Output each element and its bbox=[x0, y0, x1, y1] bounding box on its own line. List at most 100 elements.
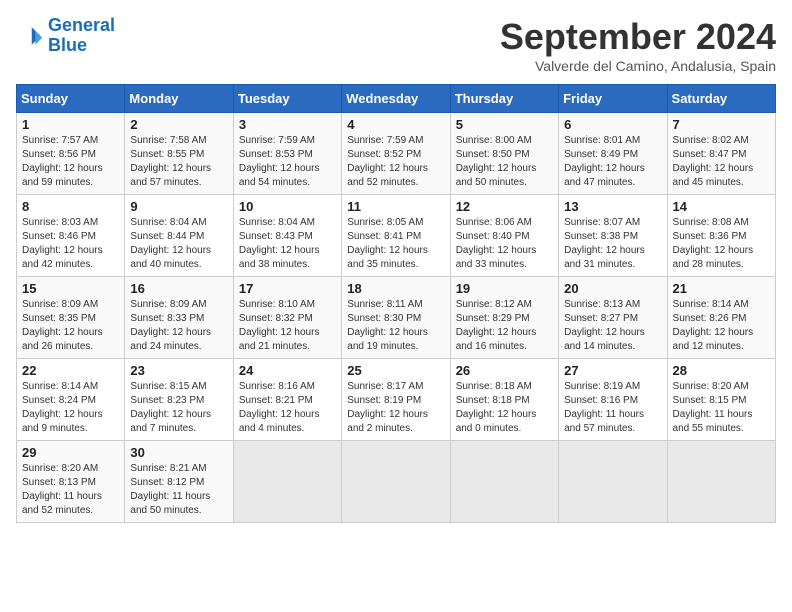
day-info: Sunrise: 8:17 AM Sunset: 8:19 PM Dayligh… bbox=[347, 380, 444, 436]
day-info: Sunrise: 8:12 AM Sunset: 8:29 PM Dayligh… bbox=[456, 298, 553, 354]
column-header-sunday: Sunday bbox=[17, 85, 125, 113]
day-number: 24 bbox=[239, 363, 336, 378]
logo-line1: General bbox=[48, 15, 115, 35]
day-info: Sunrise: 7:59 AM Sunset: 8:53 PM Dayligh… bbox=[239, 134, 336, 190]
calendar-cell: 11 Sunrise: 8:05 AM Sunset: 8:41 PM Dayl… bbox=[342, 195, 450, 277]
day-info: Sunrise: 8:09 AM Sunset: 8:35 PM Dayligh… bbox=[22, 298, 119, 354]
day-number: 20 bbox=[564, 281, 661, 296]
calendar-cell: 1 Sunrise: 7:57 AM Sunset: 8:56 PM Dayli… bbox=[17, 113, 125, 195]
day-info: Sunrise: 8:13 AM Sunset: 8:27 PM Dayligh… bbox=[564, 298, 661, 354]
calendar-row: 29 Sunrise: 8:20 AM Sunset: 8:13 PM Dayl… bbox=[17, 441, 776, 523]
calendar-cell: 17 Sunrise: 8:10 AM Sunset: 8:32 PM Dayl… bbox=[233, 277, 341, 359]
day-number: 26 bbox=[456, 363, 553, 378]
calendar-cell: 24 Sunrise: 8:16 AM Sunset: 8:21 PM Dayl… bbox=[233, 359, 341, 441]
column-header-wednesday: Wednesday bbox=[342, 85, 450, 113]
page-header: General Blue September 2024 Valverde del… bbox=[16, 16, 776, 74]
day-info: Sunrise: 8:08 AM Sunset: 8:36 PM Dayligh… bbox=[673, 216, 770, 272]
day-number: 18 bbox=[347, 281, 444, 296]
day-number: 6 bbox=[564, 117, 661, 132]
calendar-cell: 29 Sunrise: 8:20 AM Sunset: 8:13 PM Dayl… bbox=[17, 441, 125, 523]
calendar-cell bbox=[342, 441, 450, 523]
day-number: 22 bbox=[22, 363, 119, 378]
column-header-thursday: Thursday bbox=[450, 85, 558, 113]
day-info: Sunrise: 8:11 AM Sunset: 8:30 PM Dayligh… bbox=[347, 298, 444, 354]
calendar-title: September 2024 bbox=[500, 16, 776, 58]
logo-text: General Blue bbox=[48, 16, 115, 56]
logo: General Blue bbox=[16, 16, 115, 56]
day-info: Sunrise: 8:02 AM Sunset: 8:47 PM Dayligh… bbox=[673, 134, 770, 190]
day-info: Sunrise: 8:14 AM Sunset: 8:24 PM Dayligh… bbox=[22, 380, 119, 436]
calendar-row: 1 Sunrise: 7:57 AM Sunset: 8:56 PM Dayli… bbox=[17, 113, 776, 195]
calendar-cell: 14 Sunrise: 8:08 AM Sunset: 8:36 PM Dayl… bbox=[667, 195, 775, 277]
day-number: 27 bbox=[564, 363, 661, 378]
day-info: Sunrise: 8:04 AM Sunset: 8:44 PM Dayligh… bbox=[130, 216, 227, 272]
day-number: 23 bbox=[130, 363, 227, 378]
calendar-cell: 25 Sunrise: 8:17 AM Sunset: 8:19 PM Dayl… bbox=[342, 359, 450, 441]
day-number: 14 bbox=[673, 199, 770, 214]
calendar-row: 8 Sunrise: 8:03 AM Sunset: 8:46 PM Dayli… bbox=[17, 195, 776, 277]
day-info: Sunrise: 8:00 AM Sunset: 8:50 PM Dayligh… bbox=[456, 134, 553, 190]
day-number: 3 bbox=[239, 117, 336, 132]
day-number: 30 bbox=[130, 445, 227, 460]
calendar-cell: 10 Sunrise: 8:04 AM Sunset: 8:43 PM Dayl… bbox=[233, 195, 341, 277]
calendar-cell: 2 Sunrise: 7:58 AM Sunset: 8:55 PM Dayli… bbox=[125, 113, 233, 195]
day-info: Sunrise: 8:19 AM Sunset: 8:16 PM Dayligh… bbox=[564, 380, 661, 436]
column-header-tuesday: Tuesday bbox=[233, 85, 341, 113]
calendar-cell: 6 Sunrise: 8:01 AM Sunset: 8:49 PM Dayli… bbox=[559, 113, 667, 195]
day-number: 21 bbox=[673, 281, 770, 296]
day-number: 9 bbox=[130, 199, 227, 214]
day-number: 2 bbox=[130, 117, 227, 132]
day-info: Sunrise: 8:03 AM Sunset: 8:46 PM Dayligh… bbox=[22, 216, 119, 272]
calendar-cell: 19 Sunrise: 8:12 AM Sunset: 8:29 PM Dayl… bbox=[450, 277, 558, 359]
day-number: 10 bbox=[239, 199, 336, 214]
calendar-cell: 27 Sunrise: 8:19 AM Sunset: 8:16 PM Dayl… bbox=[559, 359, 667, 441]
calendar-cell: 21 Sunrise: 8:14 AM Sunset: 8:26 PM Dayl… bbox=[667, 277, 775, 359]
calendar-cell: 23 Sunrise: 8:15 AM Sunset: 8:23 PM Dayl… bbox=[125, 359, 233, 441]
calendar-cell: 20 Sunrise: 8:13 AM Sunset: 8:27 PM Dayl… bbox=[559, 277, 667, 359]
calendar-cell: 12 Sunrise: 8:06 AM Sunset: 8:40 PM Dayl… bbox=[450, 195, 558, 277]
day-info: Sunrise: 8:01 AM Sunset: 8:49 PM Dayligh… bbox=[564, 134, 661, 190]
day-info: Sunrise: 7:59 AM Sunset: 8:52 PM Dayligh… bbox=[347, 134, 444, 190]
day-info: Sunrise: 8:07 AM Sunset: 8:38 PM Dayligh… bbox=[564, 216, 661, 272]
calendar-cell: 4 Sunrise: 7:59 AM Sunset: 8:52 PM Dayli… bbox=[342, 113, 450, 195]
calendar-cell: 18 Sunrise: 8:11 AM Sunset: 8:30 PM Dayl… bbox=[342, 277, 450, 359]
day-number: 8 bbox=[22, 199, 119, 214]
calendar-cell: 7 Sunrise: 8:02 AM Sunset: 8:47 PM Dayli… bbox=[667, 113, 775, 195]
column-header-monday: Monday bbox=[125, 85, 233, 113]
day-number: 12 bbox=[456, 199, 553, 214]
calendar-cell: 15 Sunrise: 8:09 AM Sunset: 8:35 PM Dayl… bbox=[17, 277, 125, 359]
calendar-cell: 3 Sunrise: 7:59 AM Sunset: 8:53 PM Dayli… bbox=[233, 113, 341, 195]
calendar-cell: 28 Sunrise: 8:20 AM Sunset: 8:15 PM Dayl… bbox=[667, 359, 775, 441]
calendar-cell: 13 Sunrise: 8:07 AM Sunset: 8:38 PM Dayl… bbox=[559, 195, 667, 277]
calendar-row: 15 Sunrise: 8:09 AM Sunset: 8:35 PM Dayl… bbox=[17, 277, 776, 359]
day-info: Sunrise: 8:05 AM Sunset: 8:41 PM Dayligh… bbox=[347, 216, 444, 272]
day-number: 17 bbox=[239, 281, 336, 296]
calendar-cell: 8 Sunrise: 8:03 AM Sunset: 8:46 PM Dayli… bbox=[17, 195, 125, 277]
day-info: Sunrise: 8:21 AM Sunset: 8:12 PM Dayligh… bbox=[130, 462, 227, 518]
calendar-cell: 30 Sunrise: 8:21 AM Sunset: 8:12 PM Dayl… bbox=[125, 441, 233, 523]
day-info: Sunrise: 8:18 AM Sunset: 8:18 PM Dayligh… bbox=[456, 380, 553, 436]
day-number: 1 bbox=[22, 117, 119, 132]
day-number: 4 bbox=[347, 117, 444, 132]
day-number: 13 bbox=[564, 199, 661, 214]
day-info: Sunrise: 8:16 AM Sunset: 8:21 PM Dayligh… bbox=[239, 380, 336, 436]
title-section: September 2024 Valverde del Camino, Anda… bbox=[500, 16, 776, 74]
day-info: Sunrise: 8:06 AM Sunset: 8:40 PM Dayligh… bbox=[456, 216, 553, 272]
day-number: 19 bbox=[456, 281, 553, 296]
day-info: Sunrise: 7:58 AM Sunset: 8:55 PM Dayligh… bbox=[130, 134, 227, 190]
day-info: Sunrise: 8:10 AM Sunset: 8:32 PM Dayligh… bbox=[239, 298, 336, 354]
day-number: 7 bbox=[673, 117, 770, 132]
day-number: 16 bbox=[130, 281, 227, 296]
day-number: 15 bbox=[22, 281, 119, 296]
day-number: 28 bbox=[673, 363, 770, 378]
logo-icon bbox=[16, 22, 44, 50]
calendar-cell: 16 Sunrise: 8:09 AM Sunset: 8:33 PM Dayl… bbox=[125, 277, 233, 359]
header-row: SundayMondayTuesdayWednesdayThursdayFrid… bbox=[17, 85, 776, 113]
day-info: Sunrise: 8:09 AM Sunset: 8:33 PM Dayligh… bbox=[130, 298, 227, 354]
day-number: 25 bbox=[347, 363, 444, 378]
calendar-row: 22 Sunrise: 8:14 AM Sunset: 8:24 PM Dayl… bbox=[17, 359, 776, 441]
day-info: Sunrise: 7:57 AM Sunset: 8:56 PM Dayligh… bbox=[22, 134, 119, 190]
calendar-cell bbox=[667, 441, 775, 523]
calendar-cell bbox=[450, 441, 558, 523]
day-info: Sunrise: 8:20 AM Sunset: 8:13 PM Dayligh… bbox=[22, 462, 119, 518]
